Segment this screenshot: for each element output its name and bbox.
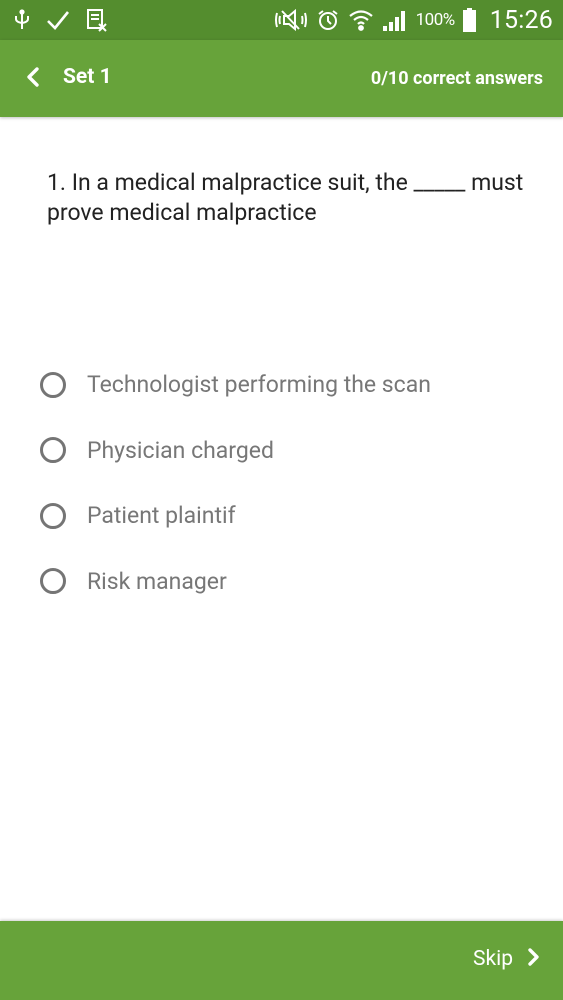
status-left-icons bbox=[14, 6, 108, 34]
answer-option-label: Physician charged bbox=[87, 436, 274, 464]
page-title: Set 1 bbox=[63, 65, 112, 89]
battery-icon bbox=[462, 8, 476, 32]
signal-icon bbox=[382, 8, 408, 32]
radio-button[interactable] bbox=[40, 568, 66, 595]
answer-option[interactable]: Risk manager bbox=[40, 549, 431, 615]
radio-button[interactable] bbox=[40, 371, 66, 398]
answer-option-label: Technologist performing the scan bbox=[87, 371, 431, 399]
skip-label: Skip bbox=[472, 947, 513, 971]
answer-option[interactable]: Technologist performing the scan bbox=[40, 352, 431, 418]
chevron-right-icon bbox=[527, 947, 541, 971]
skip-button[interactable]: Skip bbox=[473, 947, 541, 971]
back-button[interactable] bbox=[16, 62, 50, 96]
battery-percentage: 100% bbox=[415, 10, 456, 30]
check-icon bbox=[46, 10, 70, 30]
app-bar: Set 1 0/10 correct answers bbox=[0, 40, 563, 117]
clock: 15:26 bbox=[489, 5, 553, 35]
chevron-left-icon bbox=[25, 66, 41, 92]
radio-button[interactable] bbox=[40, 502, 66, 529]
answer-option-label: Risk manager bbox=[87, 567, 227, 595]
alarm-icon bbox=[316, 8, 340, 32]
score-counter: 0/10 correct answers bbox=[370, 68, 543, 89]
question-text: 1. In a medical malpractice suit, the __… bbox=[47, 169, 524, 226]
answer-option[interactable]: Patient plaintif bbox=[40, 483, 431, 549]
radio-button[interactable] bbox=[40, 437, 66, 464]
mute-icon bbox=[274, 8, 308, 32]
answer-options: Technologist performing the scan Physici… bbox=[40, 352, 431, 614]
usb-icon bbox=[14, 9, 30, 31]
answer-option[interactable]: Physician charged bbox=[40, 418, 431, 484]
status-right-icons: 100% 15:26 bbox=[274, 4, 553, 36]
bottom-bar: Skip bbox=[0, 921, 563, 1000]
wifi-icon bbox=[348, 7, 374, 33]
status-bar: 100% 15:26 bbox=[0, 0, 563, 40]
answer-option-label: Patient plaintif bbox=[87, 502, 236, 530]
screenshot-icon bbox=[86, 8, 108, 32]
